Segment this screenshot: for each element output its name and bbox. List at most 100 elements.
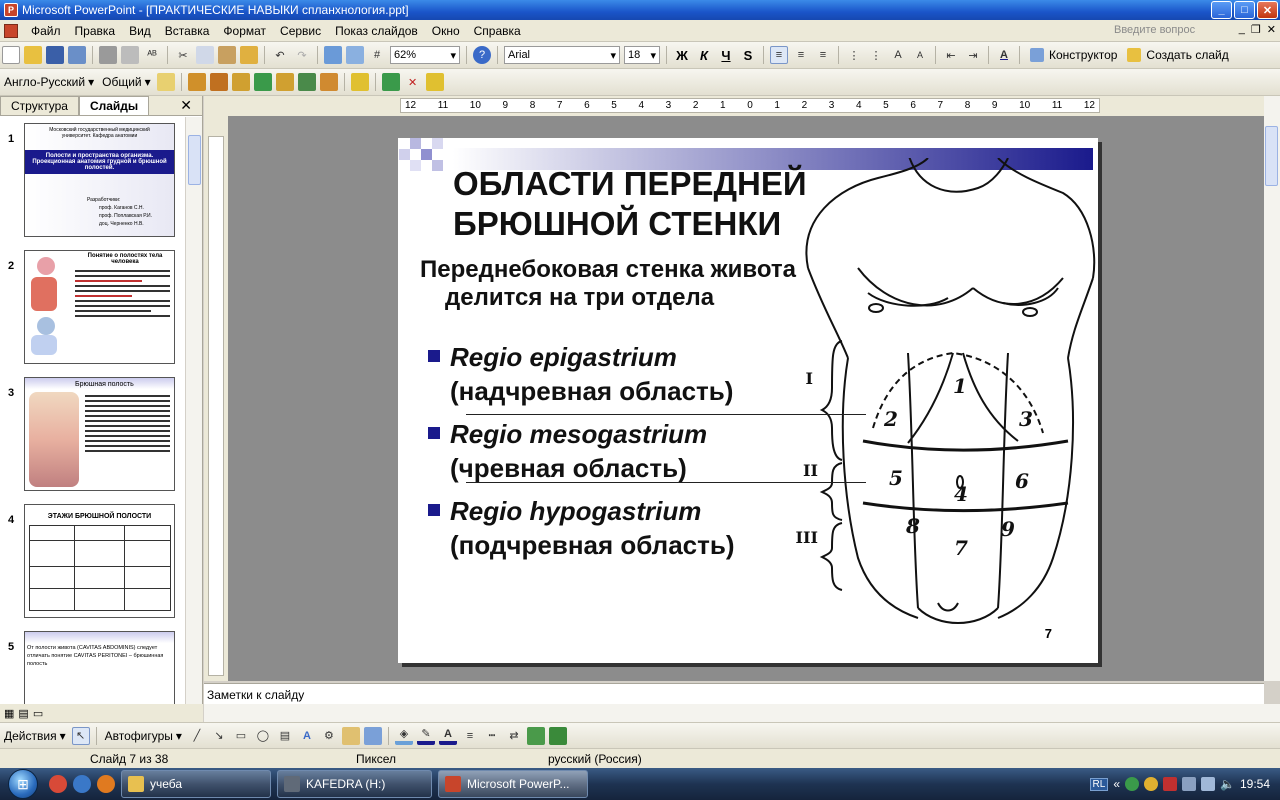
paste-icon[interactable]: [218, 46, 236, 64]
new-icon[interactable]: [2, 46, 20, 64]
undo-icon[interactable]: ↶: [271, 46, 289, 64]
tray-monitor-icon[interactable]: [1182, 777, 1197, 791]
menu-window[interactable]: Окно: [425, 24, 467, 38]
tray-network-icon[interactable]: [1201, 777, 1216, 791]
panel-close-icon[interactable]: ✕: [180, 97, 192, 114]
menu-help[interactable]: Справка: [467, 24, 528, 38]
doc-minimize-icon[interactable]: _: [1239, 23, 1245, 36]
firefox-icon[interactable]: [97, 775, 115, 793]
tab-outline[interactable]: Структура: [0, 96, 79, 115]
doc-close-icon[interactable]: ✕: [1267, 23, 1276, 36]
line-icon[interactable]: ╱: [188, 727, 206, 745]
save-icon[interactable]: [46, 46, 64, 64]
normal-view-icon[interactable]: ▦: [4, 707, 14, 720]
line-style-icon[interactable]: ≡: [461, 727, 479, 745]
underline-button[interactable]: Ч: [715, 48, 737, 63]
tool-f-icon[interactable]: [297, 73, 316, 91]
slide-subtitle[interactable]: Переднебоковая стенка живота делится на …: [420, 256, 796, 312]
fill-color-icon[interactable]: ◈: [394, 727, 413, 745]
language-indicator[interactable]: RL: [1089, 777, 1109, 791]
decrease-indent-icon[interactable]: ⇤: [942, 46, 960, 64]
doc-restore-icon[interactable]: ❐: [1251, 23, 1261, 36]
tray-app-icon[interactable]: [1163, 777, 1178, 791]
arrow-style-icon[interactable]: ⇄: [505, 727, 523, 745]
shadow-button[interactable]: S: [737, 48, 759, 63]
picture-icon[interactable]: [363, 726, 382, 745]
shadow-style-icon[interactable]: [526, 726, 545, 745]
horizontal-scrollbar[interactable]: [204, 704, 1280, 722]
font-size-select[interactable]: 18 ▾: [624, 46, 660, 64]
autoshapes-menu[interactable]: Автофигуры ▾: [101, 729, 186, 743]
bullet-mesogastrium[interactable]: Regio mesogastrium (чревная область): [428, 417, 707, 485]
bullet-hypogastrium[interactable]: Regio hypogastrium (подчревная область): [428, 494, 735, 562]
font-color-icon[interactable]: A: [995, 46, 1013, 64]
grid-icon[interactable]: #: [368, 46, 386, 64]
increase-font-icon[interactable]: A: [889, 46, 907, 64]
clock[interactable]: 19:54: [1240, 777, 1270, 791]
tool-j-icon[interactable]: ✕: [404, 73, 422, 91]
slides-panel-scrollbar[interactable]: [185, 117, 202, 704]
maxthon-icon[interactable]: [73, 775, 91, 793]
help-question-input[interactable]: Введите вопрос: [1110, 22, 1220, 40]
zoom-select[interactable]: 62% ▾: [390, 46, 460, 64]
select-arrow-icon[interactable]: ↖: [71, 726, 90, 745]
chart-icon[interactable]: [324, 46, 342, 64]
spelling-icon[interactable]: ᴬᴮ: [143, 46, 161, 64]
bullet-epigastrium[interactable]: Regio epigastrium (надчревная область): [428, 340, 733, 408]
task-kafedra[interactable]: KAFEDRA (H:): [277, 770, 432, 798]
task-folder-ucheba[interactable]: учеба: [121, 770, 271, 798]
cut-icon[interactable]: ✂: [174, 46, 192, 64]
tool-h-icon[interactable]: [350, 73, 369, 91]
text-color-icon[interactable]: A: [438, 727, 457, 745]
format-painter-icon[interactable]: [240, 46, 258, 64]
line-color-icon[interactable]: ✎: [416, 727, 435, 745]
textbox-icon[interactable]: ▤: [276, 727, 294, 745]
tool-k-icon[interactable]: [425, 73, 444, 91]
print-preview-icon[interactable]: [121, 46, 139, 64]
tray-volume-icon[interactable]: 🔈: [1220, 777, 1235, 791]
translate-direction-select[interactable]: Англо-Русский ▾: [0, 75, 98, 89]
tool-c-icon[interactable]: [231, 73, 250, 91]
tool-i-icon[interactable]: [381, 73, 400, 91]
minimize-button[interactable]: _: [1211, 1, 1232, 19]
tool-a-icon[interactable]: [187, 73, 206, 91]
copy-icon[interactable]: [196, 46, 214, 64]
slideshow-view-icon[interactable]: ▭: [33, 707, 43, 720]
bold-button[interactable]: Ж: [671, 48, 693, 63]
dash-style-icon[interactable]: ┅: [483, 727, 501, 745]
font-select[interactable]: Arial ▾: [504, 46, 620, 64]
menu-insert[interactable]: Вставка: [158, 24, 217, 38]
tool-g-icon[interactable]: [319, 73, 338, 91]
decrease-font-icon[interactable]: A: [911, 46, 929, 64]
document-icon[interactable]: [4, 23, 18, 38]
new-slide-button[interactable]: Создать слайд: [1121, 48, 1232, 62]
tool-e-icon[interactable]: [275, 73, 294, 91]
tray-info-icon[interactable]: [1125, 777, 1140, 791]
open-folder-icon[interactable]: [24, 46, 42, 64]
wordart-icon[interactable]: A: [298, 727, 316, 745]
menu-format[interactable]: Формат: [216, 24, 273, 38]
tool-b-icon[interactable]: [209, 73, 228, 91]
translate-icon[interactable]: [156, 73, 175, 91]
permission-icon[interactable]: [68, 46, 86, 64]
bulleted-list-icon[interactable]: ⋮: [867, 46, 885, 64]
menu-slideshow[interactable]: Показ слайдов: [328, 24, 425, 38]
diagram-icon[interactable]: ⚙: [320, 727, 338, 745]
italic-button[interactable]: К: [693, 48, 715, 63]
task-powerpoint[interactable]: Microsoft PowerP...: [438, 770, 588, 798]
align-center-icon[interactable]: ≡: [792, 46, 810, 64]
menu-edit[interactable]: Правка: [68, 24, 123, 38]
increase-indent-icon[interactable]: ⇥: [964, 46, 982, 64]
numbered-list-icon[interactable]: ⋮: [845, 46, 863, 64]
constructor-button[interactable]: Конструктор: [1024, 48, 1121, 62]
align-right-icon[interactable]: ≡: [814, 46, 832, 64]
oval-icon[interactable]: ◯: [254, 727, 272, 745]
arrow-icon[interactable]: ↘: [210, 727, 228, 745]
dictionary-select[interactable]: Общий ▾: [98, 75, 155, 89]
tab-slides[interactable]: Слайды: [78, 96, 150, 115]
chrome-icon[interactable]: [49, 775, 67, 793]
canvas-scrollbar[interactable]: [1264, 96, 1280, 681]
menu-view[interactable]: Вид: [122, 24, 158, 38]
redo-icon[interactable]: ↷: [293, 46, 311, 64]
notes-pane[interactable]: Заметки к слайду: [204, 683, 1264, 704]
